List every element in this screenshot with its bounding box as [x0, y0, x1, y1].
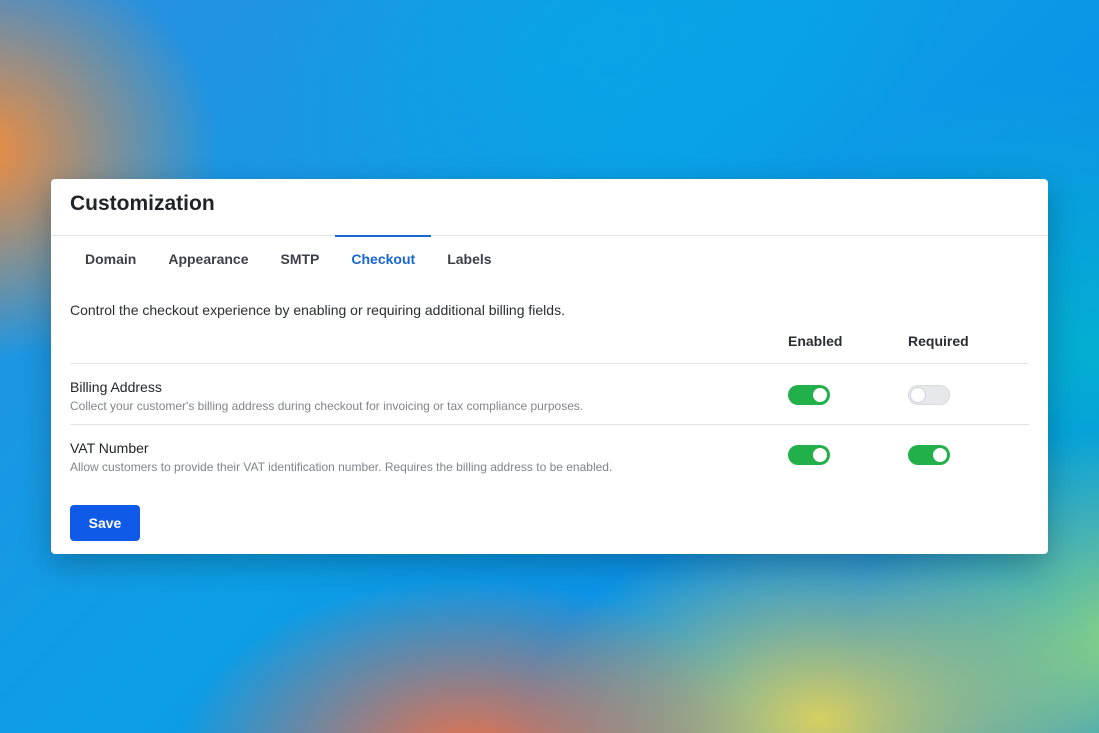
customization-panel: Customization Domain Appearance SMTP Che… [51, 179, 1048, 554]
table-row-vat-number: VAT Number Allow customers to provide th… [70, 425, 1029, 486]
tab-appearance[interactable]: Appearance [152, 236, 264, 284]
tab-bar: Domain Appearance SMTP Checkout Labels [51, 235, 1048, 284]
toggle-knob [813, 388, 827, 402]
panel-title: Customization [70, 192, 215, 215]
save-button[interactable]: Save [70, 505, 140, 541]
column-header-enabled: Enabled [788, 333, 843, 349]
tab-smtp[interactable]: SMTP [265, 236, 336, 284]
toggle-knob [813, 448, 827, 462]
table-row-billing-address: Billing Address Collect your customer's … [70, 364, 1029, 425]
tab-labels[interactable]: Labels [431, 236, 507, 284]
row-description: Collect your customer's billing address … [70, 399, 584, 413]
column-header-required: Required [908, 333, 969, 349]
billing-fields-table: Enabled Required Billing Address Collect… [70, 326, 1029, 486]
toggle-knob [911, 388, 925, 402]
checkout-description: Control the checkout experience by enabl… [70, 302, 565, 318]
panel-header: Customization [51, 179, 1048, 236]
row-description: Allow customers to provide their VAT ide… [70, 460, 613, 474]
row-title: Billing Address [70, 379, 162, 395]
vat-number-enabled-toggle[interactable] [788, 445, 830, 465]
billing-address-enabled-toggle[interactable] [788, 385, 830, 405]
tab-checkout[interactable]: Checkout [335, 235, 431, 284]
billing-address-required-toggle[interactable] [908, 385, 950, 405]
row-title: VAT Number [70, 440, 149, 456]
toggle-knob [933, 448, 947, 462]
vat-number-required-toggle[interactable] [908, 445, 950, 465]
table-header: Enabled Required [70, 326, 1029, 364]
tab-domain[interactable]: Domain [69, 236, 152, 284]
